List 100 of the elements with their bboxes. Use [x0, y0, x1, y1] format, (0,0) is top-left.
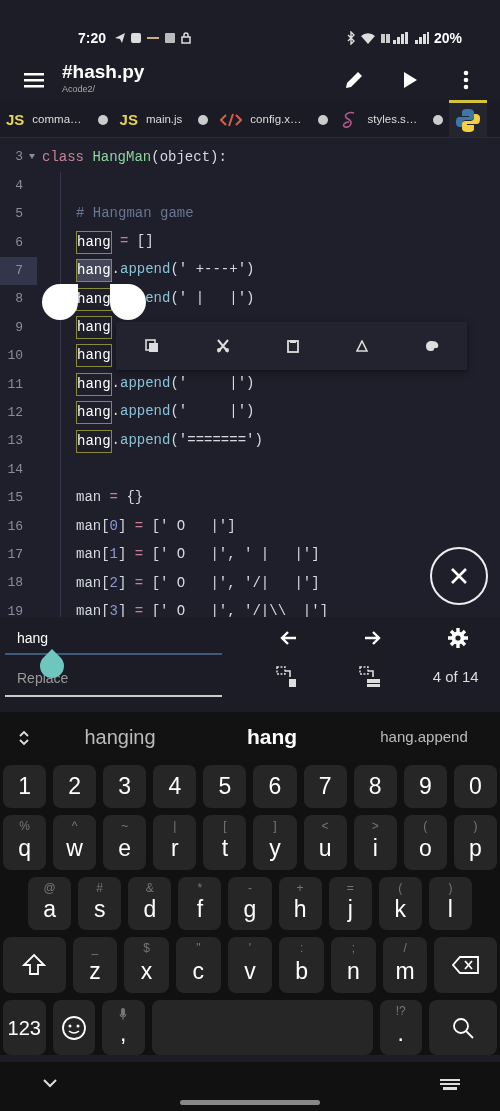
shift-icon — [22, 953, 47, 977]
key[interactable]: : b — [279, 937, 324, 993]
key[interactable]: ( k — [378, 877, 422, 930]
key[interactable]: 7 — [303, 765, 347, 808]
key[interactable]: ( o — [403, 815, 447, 870]
shift-key[interactable] — [3, 937, 66, 993]
smiley-icon — [60, 1014, 87, 1041]
line-number: 15 — [6, 489, 24, 508]
mic-icon — [119, 1008, 128, 1020]
key[interactable]: 4 — [153, 765, 197, 808]
key[interactable]: 8 — [353, 765, 397, 808]
file-path: Acode2/ — [62, 82, 97, 96]
code-text: .append(' |') — [111, 373, 255, 393]
key[interactable]: @ a — [28, 877, 72, 930]
copy-icon[interactable] — [144, 339, 159, 353]
menu-icon — [23, 70, 45, 89]
fold-icon[interactable] — [29, 154, 35, 159]
key[interactable]: / m — [382, 937, 428, 993]
file-tab[interactable]: JS comma… — [0, 100, 114, 137]
code-text: .append(' +---+') — [111, 260, 255, 280]
code-icon — [220, 113, 243, 127]
key[interactable]: 5 — [203, 765, 247, 808]
key[interactable]: 123 — [3, 1000, 46, 1055]
key[interactable]: 0 — [453, 765, 497, 808]
chevron-down-icon[interactable] — [43, 1079, 57, 1088]
code-text: man[1] = [' O |', ' | |'] — [76, 545, 320, 565]
key[interactable]: 6 — [253, 765, 297, 808]
key[interactable]: , — [102, 1000, 145, 1055]
key[interactable]: = j — [328, 877, 372, 930]
suggestion[interactable]: hanging — [44, 721, 196, 753]
replace-all-icon — [358, 665, 383, 690]
selection-handle[interactable] — [110, 284, 146, 320]
line-number: 14 — [6, 460, 24, 479]
key[interactable]: ' v — [227, 937, 273, 993]
keyboard-icon[interactable] — [439, 1078, 461, 1092]
expand-icon — [18, 729, 30, 746]
key[interactable]: < u — [303, 815, 347, 870]
code-text: .append(' |') — [111, 402, 255, 422]
paste-icon[interactable] — [286, 339, 299, 353]
key[interactable]: " c — [175, 937, 221, 993]
line-number: 3 — [0, 143, 37, 172]
backspace-key[interactable] — [434, 937, 497, 993]
line-number: 5 — [14, 205, 24, 224]
palette-icon[interactable] — [424, 340, 439, 352]
arrow-right-icon — [364, 629, 382, 646]
key[interactable]: _ z — [72, 937, 118, 993]
key[interactable]: !? . — [379, 1000, 422, 1055]
close-icon[interactable] — [433, 115, 444, 125]
file-tab[interactable]: styles.s… — [333, 100, 450, 137]
key[interactable]: & d — [128, 877, 172, 930]
key[interactable]: - g — [228, 877, 272, 930]
bluetooth-icon — [345, 31, 356, 45]
file-tab[interactable] — [449, 100, 488, 137]
search-match: hang — [76, 259, 112, 283]
key[interactable]: # s — [78, 877, 122, 930]
arrow-left-icon — [279, 629, 298, 646]
key[interactable]: ) l — [428, 877, 472, 930]
key[interactable]: 1 — [3, 765, 47, 808]
key[interactable]: % q — [3, 815, 47, 870]
close-icon[interactable] — [317, 115, 328, 125]
code-text: class HangMan(object): — [42, 147, 227, 167]
emoji-key[interactable] — [52, 1000, 95, 1055]
key[interactable]: 3 — [103, 765, 147, 808]
js-icon: JS — [6, 108, 25, 132]
find-field[interactable]: hang — [5, 619, 222, 655]
key[interactable]: ) p — [453, 815, 497, 870]
signal-icon — [379, 31, 410, 45]
key[interactable]: > i — [353, 815, 397, 870]
key[interactable]: ; n — [331, 937, 376, 993]
suggestion[interactable]: hang.append — [348, 724, 500, 750]
selection-handle[interactable] — [42, 284, 78, 320]
file-tab[interactable]: JS main.js — [113, 100, 215, 137]
suggestion[interactable]: hang — [196, 720, 348, 754]
close-icon — [450, 567, 468, 585]
key[interactable]: ] y — [253, 815, 297, 870]
key[interactable]: ^ w — [53, 815, 97, 870]
triangle-icon[interactable] — [355, 340, 368, 352]
signal-icon — [413, 31, 430, 45]
close-search-button[interactable] — [430, 547, 488, 605]
key[interactable]: 9 — [403, 765, 447, 808]
search-match: hang — [76, 372, 112, 396]
cut-icon[interactable] — [215, 339, 230, 353]
key[interactable]: $ x — [124, 937, 169, 993]
key[interactable]: + h — [278, 877, 322, 930]
key[interactable]: | r — [153, 815, 197, 870]
key[interactable]: [ t — [203, 815, 247, 870]
file-tab[interactable]: config.x… — [214, 100, 334, 137]
line-number: 12 — [6, 403, 24, 422]
line-number: 7 — [0, 256, 37, 285]
search-match: hang — [76, 230, 112, 254]
key[interactable]: ~ e — [103, 815, 147, 870]
logo-icon — [455, 107, 482, 133]
search-key[interactable] — [429, 1000, 497, 1055]
code-text: end(' | |') — [145, 288, 255, 308]
line-number: 13 — [6, 432, 24, 451]
match-count: 4 of 14 — [432, 666, 479, 687]
key[interactable]: 2 — [53, 765, 97, 808]
close-icon[interactable] — [198, 115, 209, 125]
close-icon[interactable] — [97, 115, 108, 125]
key[interactable]: * f — [178, 877, 222, 930]
